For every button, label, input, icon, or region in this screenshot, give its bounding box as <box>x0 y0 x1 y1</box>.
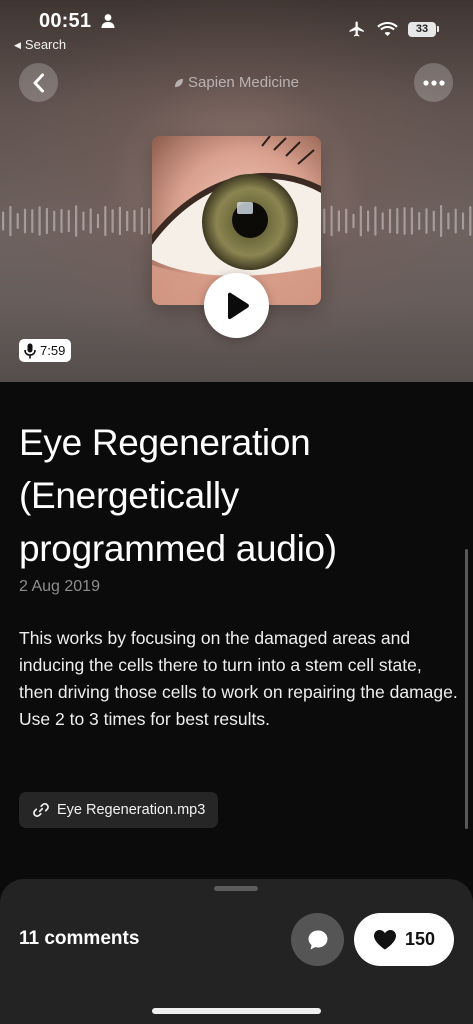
microphone-icon <box>24 343 36 358</box>
attachment-filename: Eye Regeneration.mp3 <box>57 802 206 818</box>
person-icon <box>101 14 115 28</box>
hero-header: Sapien Medicine <box>0 63 473 103</box>
airplane-icon <box>349 21 364 37</box>
status-bar: 00:51 ◀ Search 33 <box>0 0 473 56</box>
duration-label: 7:59 <box>40 343 66 358</box>
back-triangle-icon: ◀ <box>14 40 21 50</box>
like-button[interactable]: 150 <box>354 913 454 966</box>
status-back-label: Search <box>24 37 67 52</box>
scrollbar[interactable] <box>465 549 468 829</box>
audio-hero: 00:51 ◀ Search 33 Sapien Medicine 7:59 <box>0 0 473 382</box>
channel-label: Sapien Medicine <box>188 74 299 91</box>
more-options-button[interactable] <box>414 63 453 102</box>
attachment-chip[interactable]: Eye Regeneration.mp3 <box>19 792 219 828</box>
channel-logo-icon <box>175 79 184 87</box>
post-title: Eye Regeneration (Energetically programm… <box>19 422 337 569</box>
battery-icon: 33 <box>408 21 439 37</box>
status-back-link[interactable]: ◀ Search <box>14 37 66 52</box>
sheet-grabber[interactable] <box>214 886 258 891</box>
status-indicators: 33 <box>347 20 439 38</box>
post-description: This works by focusing on the damaged ar… <box>19 628 458 729</box>
play-button[interactable] <box>204 273 269 338</box>
channel-name[interactable]: Sapien Medicine <box>0 74 473 91</box>
battery-level: 33 <box>408 21 436 37</box>
wifi-icon <box>377 22 398 36</box>
post-date: 2 Aug 2019 <box>19 578 100 595</box>
play-icon <box>227 292 249 319</box>
status-time: 00:51 <box>39 10 92 32</box>
comments-count[interactable]: 11 comments <box>19 928 139 950</box>
like-count: 150 <box>404 929 436 949</box>
duration-badge: 7:59 <box>19 339 72 362</box>
post-content: Eye Regeneration (Energetically programm… <box>0 382 473 882</box>
comment-button[interactable] <box>291 913 344 966</box>
heart-icon <box>373 930 396 950</box>
comments-sheet[interactable]: 11 comments 150 <box>0 879 473 1024</box>
home-indicator <box>152 1008 321 1014</box>
link-icon <box>33 802 49 818</box>
speech-bubble-icon <box>308 930 327 949</box>
ellipsis-icon <box>422 79 445 86</box>
